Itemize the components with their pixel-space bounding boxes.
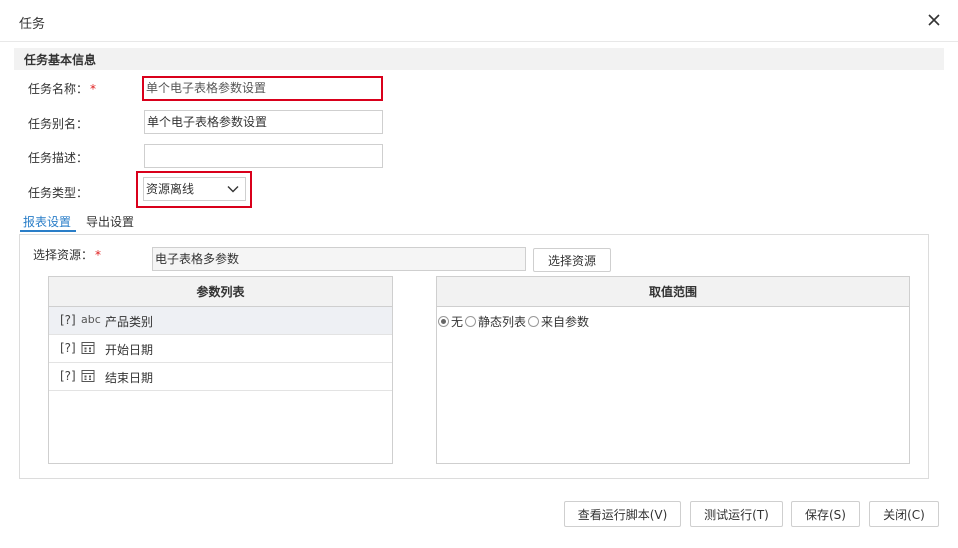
task-name-input[interactable]: 单个电子表格参数设置 — [142, 76, 383, 101]
chevron-down-icon — [227, 186, 239, 193]
value-range-radio-group: 无 静态列表 来自参数 — [437, 307, 909, 330]
radio-from-param-label: 来自参数 — [541, 315, 590, 329]
radio-from-param[interactable]: 来自参数 — [528, 313, 589, 330]
task-name-label: 任务名称： * — [28, 80, 96, 97]
section-title: 任务基本信息 — [24, 53, 97, 67]
required-mark: * — [90, 82, 97, 96]
test-run-button[interactable]: 测试运行(T) — [690, 501, 783, 527]
calendar-icon — [81, 342, 95, 354]
task-name-label-text: 任务名称： — [28, 82, 89, 96]
radio-static-list[interactable]: 静态列表 — [465, 313, 526, 330]
section-bar — [14, 48, 944, 70]
resource-input[interactable]: 电子表格多参数 — [152, 247, 526, 271]
string-type-icon: abc — [81, 313, 101, 326]
close-button[interactable]: 关闭(C) — [869, 501, 939, 527]
param-row-end-date[interactable]: [?] 结束日期 — [49, 363, 392, 391]
task-alias-input[interactable]: 单个电子表格参数设置 — [144, 110, 383, 134]
dialog-header — [0, 0, 958, 42]
param-name: 开始日期 — [105, 343, 154, 357]
dialog-title: 任务 — [19, 17, 46, 32]
view-script-button[interactable]: 查看运行脚本(V) — [564, 501, 681, 527]
param-row-start-date[interactable]: [?] 开始日期 — [49, 335, 392, 363]
resource-label: 选择资源： * — [33, 246, 101, 263]
close-icon[interactable] — [925, 11, 943, 29]
radio-none-label: 无 — [451, 315, 464, 329]
task-type-value: 资源离线 — [146, 182, 195, 196]
select-resource-button[interactable]: 选择资源 — [533, 248, 611, 272]
radio-dot — [465, 316, 477, 327]
save-button[interactable]: 保存(S) — [791, 501, 860, 527]
task-desc-input[interactable] — [144, 144, 383, 168]
task-type-label: 任务类型： — [28, 186, 89, 200]
param-name: 结束日期 — [105, 371, 154, 385]
param-name: 产品类别 — [105, 315, 154, 329]
value-range-header: 取值范围 — [437, 277, 909, 307]
task-desc-label: 任务描述： — [28, 151, 89, 165]
tab-active-indicator — [20, 230, 76, 232]
tab-export-settings[interactable]: 导出设置 — [86, 213, 134, 230]
radio-dot — [438, 316, 449, 327]
param-row-product-category[interactable]: [?] abc 产品类别 — [49, 307, 392, 335]
radio-dot — [528, 316, 540, 327]
radio-static-list-label: 静态列表 — [478, 315, 527, 329]
task-type-select[interactable]: 资源离线 — [143, 177, 246, 201]
task-alias-label: 任务别名： — [28, 117, 89, 131]
radio-none[interactable]: 无 — [438, 313, 463, 330]
param-status-mark: [?] — [60, 341, 76, 355]
required-mark: * — [95, 248, 102, 262]
param-list-grid: 参数列表 [?] abc 产品类别 [?] 开始日期 [?] 结束日期 — [48, 276, 393, 464]
param-status-mark: [?] — [60, 313, 76, 327]
resource-label-text: 选择资源： — [33, 248, 94, 262]
param-status-mark: [?] — [60, 369, 76, 383]
tab-report-settings[interactable]: 报表设置 — [23, 213, 71, 230]
param-list-header: 参数列表 — [49, 277, 392, 307]
value-range-grid: 取值范围 无 静态列表 来自参数 — [436, 276, 910, 464]
calendar-icon — [81, 370, 95, 382]
